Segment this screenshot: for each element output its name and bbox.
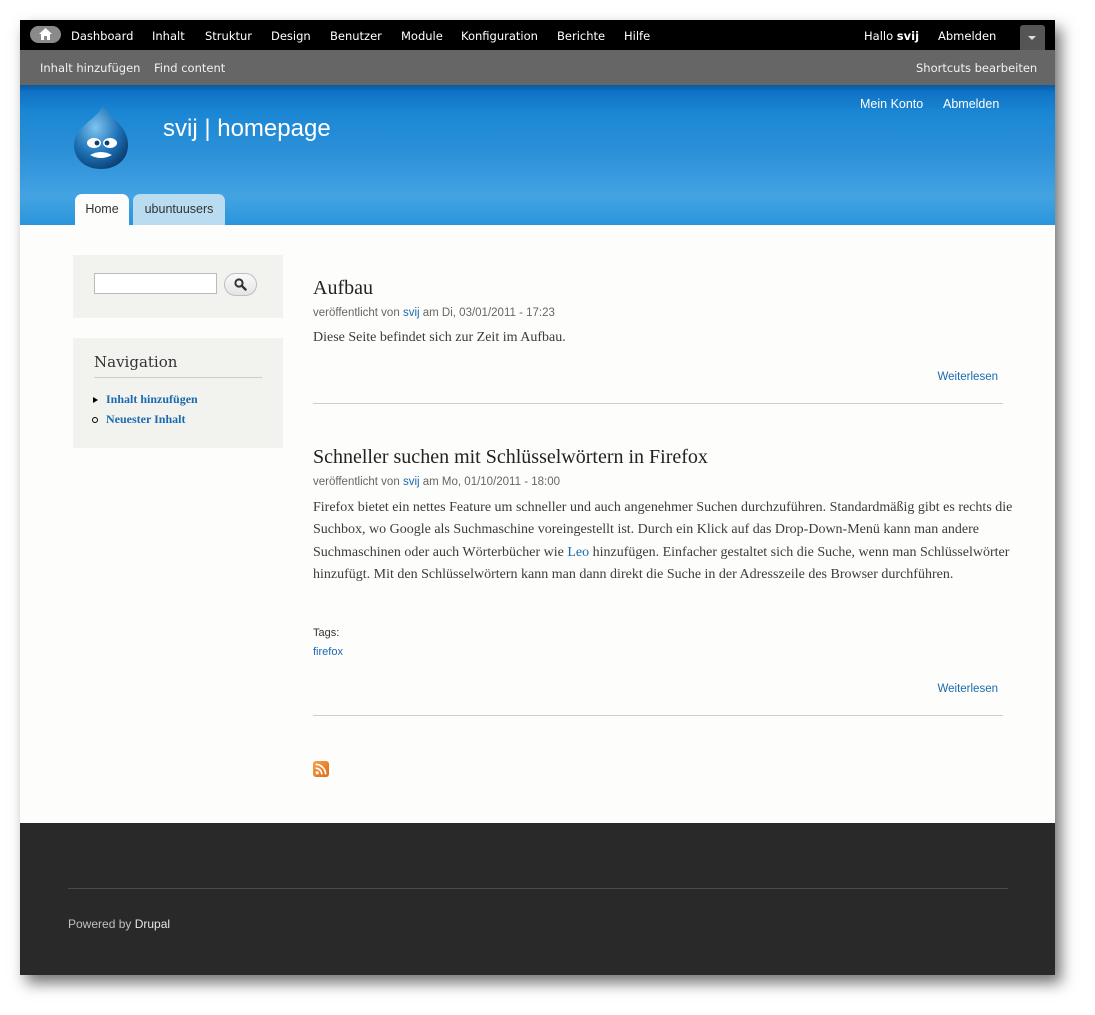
toolbar-hilfe[interactable]: Hilfe [624, 29, 650, 43]
edit-shortcuts-link[interactable]: Shortcuts bearbeiten [916, 61, 1037, 75]
rss-glyph [315, 763, 327, 775]
meta-date: am Di, 03/01/2011 - 17:23 [419, 307, 555, 319]
meta-prefix: veröffentlicht von [313, 307, 403, 319]
tags-label: Tags: [313, 627, 340, 639]
drupal-link[interactable]: Drupal [135, 917, 170, 931]
author-link[interactable]: svij [403, 476, 420, 488]
node-meta: veröffentlicht von svij am Mo, 01/10/201… [313, 476, 560, 488]
navigation-title: Navigation [94, 353, 178, 371]
search-input[interactable] [94, 273, 217, 294]
toolbar-drawer-toggle[interactable] [1020, 25, 1045, 50]
meta-date: am Mo, 01/10/2011 - 18:00 [419, 476, 560, 488]
greeting-prefix: Hallo [864, 29, 897, 43]
navigation-divider [94, 377, 262, 378]
node-separator [313, 403, 1003, 404]
search-button[interactable] [224, 273, 257, 296]
drupal-logo[interactable] [70, 103, 132, 171]
read-more-link[interactable]: Weiterlesen [937, 371, 998, 383]
circle-bullet-icon [92, 417, 98, 423]
footer-divider [68, 888, 1008, 889]
leo-link[interactable]: Leo [567, 545, 589, 560]
toolbar-logout[interactable]: Abmelden [938, 29, 996, 43]
powered-by-prefix: Powered by [68, 917, 135, 931]
admin-toolbar: Dashboard Inhalt Struktur Design Benutze… [20, 20, 1055, 50]
logout-link[interactable]: Abmelden [943, 97, 999, 111]
tab-ubuntuusers[interactable]: ubuntuusers [133, 194, 225, 225]
meta-prefix: veröffentlicht von [313, 476, 403, 488]
tag-link-firefox[interactable]: firefox [313, 646, 343, 658]
node-title[interactable]: Aufbau [313, 277, 373, 300]
node-meta: veröffentlicht von svij am Di, 03/01/201… [313, 307, 555, 319]
node-body: Diese Seite befindet sich zur Zeit im Au… [313, 330, 566, 345]
toolbar-module[interactable]: Module [401, 29, 443, 43]
read-more-link[interactable]: Weiterlesen [937, 683, 998, 695]
site-name[interactable]: svij | homepage [163, 115, 331, 143]
site-header: svij | homepage Mein Konto Abmelden Home… [20, 85, 1055, 225]
shortcuts-bar: Inhalt hinzufügen Find content Shortcuts… [20, 50, 1055, 86]
toolbar-struktur[interactable]: Struktur [205, 29, 252, 43]
site-footer: Powered by Drupal [20, 823, 1055, 975]
home-button[interactable] [30, 26, 61, 43]
author-link[interactable]: svij [403, 307, 420, 319]
node-separator [313, 715, 1003, 716]
search-icon [234, 278, 247, 291]
shortcut-find-content[interactable]: Find content [154, 61, 225, 75]
node-title[interactable]: Schneller suchen mit Schlüsselwörtern in… [313, 446, 708, 469]
my-account-link[interactable]: Mein Konto [860, 97, 923, 111]
toolbar-dashboard[interactable]: Dashboard [71, 29, 133, 43]
tab-home[interactable]: Home [75, 194, 129, 225]
node-body: Firefox bietet ein nettes Feature um sch… [313, 497, 1013, 587]
toolbar-username[interactable]: svij [897, 29, 919, 43]
home-icon [39, 28, 52, 40]
toolbar-konfiguration[interactable]: Konfiguration [461, 29, 538, 43]
search-block [73, 255, 283, 318]
toolbar-design[interactable]: Design [271, 29, 311, 43]
navigation-block: Navigation Inhalt hinzufügen Neuester In… [73, 338, 283, 448]
nav-item-recent-content[interactable]: Neuester Inhalt [106, 412, 185, 427]
toolbar-benutzer[interactable]: Benutzer [330, 29, 382, 43]
toolbar-berichte[interactable]: Berichte [557, 29, 605, 43]
toolbar-greeting: Hallo svij [864, 29, 919, 43]
powered-by: Powered by Drupal [68, 917, 170, 931]
toolbar-inhalt[interactable]: Inhalt [152, 29, 185, 43]
browser-page: Dashboard Inhalt Struktur Design Benutze… [20, 20, 1055, 975]
rss-feed-icon[interactable] [313, 761, 329, 777]
shortcut-add-content[interactable]: Inhalt hinzufügen [40, 61, 140, 75]
collapsed-arrow-icon [93, 397, 98, 403]
nav-item-add-content[interactable]: Inhalt hinzufügen [106, 392, 198, 407]
